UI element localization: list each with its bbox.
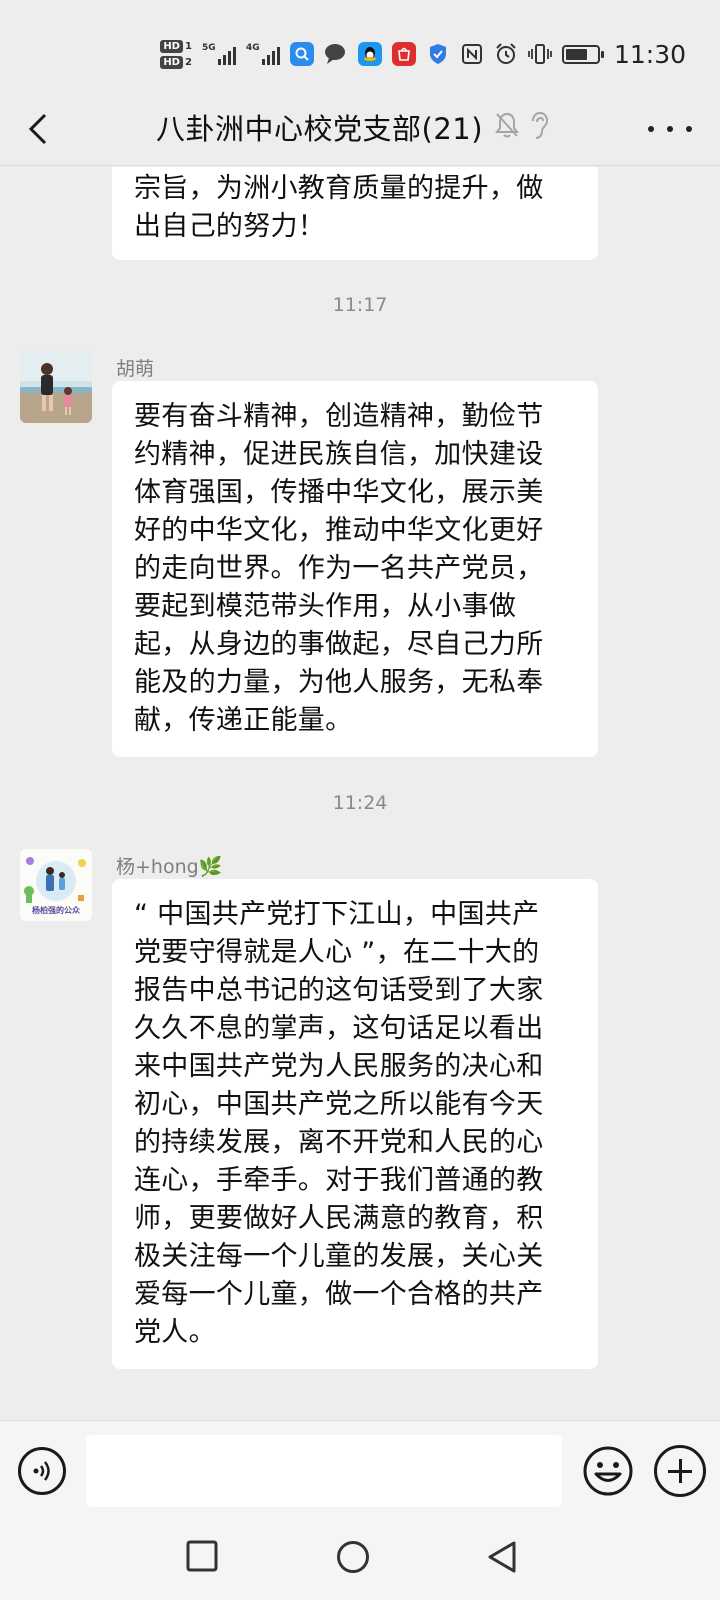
- recent-apps-button[interactable]: [186, 1540, 218, 1576]
- mute-bell-icon: [494, 111, 520, 143]
- system-navigation-bar: [0, 1520, 720, 1600]
- message-bubble[interactable]: 宗旨，为洲小教育质量的提升，做 出自己的努力！: [112, 167, 598, 260]
- message-line: 党人。: [134, 1317, 216, 1348]
- qq-app-icon: [357, 42, 382, 66]
- message-bubble[interactable]: “ 中国共产党打下江山，中国共产 党要守得就是人心 ”，在二十大的 报告中总书记…: [112, 879, 598, 1369]
- triangle-back-icon: [488, 1541, 516, 1573]
- timestamp-separator: 11:17: [332, 294, 388, 316]
- more-functions-button[interactable]: [654, 1445, 706, 1497]
- more-options-button[interactable]: [648, 112, 692, 146]
- message-line: 久久不息的掌声，这句话足以看出: [134, 1013, 544, 1044]
- earpiece-icon: [528, 111, 550, 145]
- message-list[interactable]: 宗旨，为洲小教育质量的提升，做 出自己的努力！ 11:17 胡萌 要有奋斗精神，…: [0, 167, 720, 1420]
- message-input[interactable]: [86, 1435, 562, 1507]
- emoji-button[interactable]: [582, 1445, 634, 1497]
- status-icons: HD 1 HD 2 5G 4G 11:30: [160, 36, 686, 72]
- message-line: 宗旨，为洲小教育质量的提升，做: [134, 173, 544, 204]
- signal-5g-icon: 5G: [202, 43, 236, 65]
- message-line: 的走向世界。作为一名共产党员，: [134, 553, 544, 584]
- circle-icon: [337, 1541, 369, 1573]
- message-bubble[interactable]: 要有奋斗精神，创造精神，勤俭节 约精神，促进民族自信，加快建设 体育强国，传播中…: [112, 381, 598, 757]
- sender-name: 杨+hong🌿: [116, 856, 223, 878]
- message-line: 献，传递正能量。: [134, 705, 353, 736]
- chat-app-icon: [324, 42, 348, 66]
- more-dot-icon: [667, 126, 673, 132]
- more-dot-icon: [686, 126, 692, 132]
- message-line: 极关注每一个儿童的发展，关心关: [134, 1241, 544, 1272]
- input-bar: [0, 1420, 720, 1520]
- message-line: 爱每一个儿童，做一个合格的共产: [134, 1279, 544, 1310]
- leaf-emoji: 🌿: [198, 856, 223, 878]
- message-line: 好的中华文化，推动中华文化更好: [134, 515, 544, 546]
- sender-name: 胡萌: [116, 358, 155, 380]
- message-line: 党要守得就是人心 ”，在二十大的: [134, 937, 540, 968]
- avatar[interactable]: 杨柏强的公众: [20, 849, 92, 921]
- sim1-indicator: HD 1: [160, 39, 192, 53]
- home-button[interactable]: [336, 1540, 370, 1578]
- message-line: 的持续发展，离不开党和人民的心: [134, 1127, 544, 1158]
- nfc-icon: [460, 42, 484, 66]
- battery-icon: [561, 44, 604, 64]
- status-time: 11:30: [613, 39, 686, 69]
- alarm-icon: [494, 42, 518, 66]
- shield-app-icon: [426, 42, 450, 66]
- status-bar: HD 1 HD 2 5G 4G 11:30: [0, 0, 720, 92]
- chat-title: 八卦洲中心校党支部(21): [156, 112, 484, 146]
- voice-wave-icon: [33, 1461, 50, 1481]
- square-icon: [186, 1540, 218, 1572]
- message-line: 师，更要做好人民满意的教育，积: [134, 1203, 544, 1234]
- message-line: “ 中国共产党打下江山，中国共产: [134, 899, 540, 930]
- chat-header: 八卦洲中心校党支部(21): [0, 92, 720, 166]
- sim2-indicator: HD 2: [160, 55, 192, 69]
- back-button[interactable]: [18, 109, 58, 149]
- vibrate-icon: [528, 42, 552, 66]
- message-line: 要起到模范带头作用，从小事做: [134, 591, 517, 622]
- timestamp-separator: 11:24: [332, 792, 388, 814]
- avatar-caption: 杨柏强的公众: [32, 906, 80, 915]
- beach-photo-avatar-icon: [20, 351, 92, 423]
- avatar[interactable]: [20, 351, 92, 423]
- message-line: 约精神，促进民族自信，加快建设: [134, 439, 544, 470]
- message-line: 起，从身边的事做起，尽自己力所: [134, 629, 544, 660]
- message-line: 能及的力量，为他人服务，无私奉: [134, 667, 544, 698]
- message-line: 要有奋斗精神，创造精神，勤俭节: [134, 401, 544, 432]
- message-line: 出自己的努力！: [134, 211, 326, 242]
- search-app-icon: [289, 42, 314, 66]
- system-back-button[interactable]: [486, 1540, 518, 1578]
- more-dot-icon: [648, 126, 654, 132]
- sim-indicators: HD 1 HD 2: [160, 39, 192, 69]
- message-line: 初心，中国共产党之所以能有今天: [134, 1089, 544, 1120]
- message-line: 连心，手牵手。对于我们普通的教: [134, 1165, 544, 1196]
- store-app-icon: [391, 42, 416, 66]
- chevron-left-icon: [28, 113, 47, 145]
- message-line: 报告中总书记的这句话受到了大家: [134, 975, 544, 1006]
- smiley-icon: [583, 1446, 633, 1496]
- signal-4g-icon: 4G: [246, 43, 280, 65]
- voice-input-button[interactable]: [18, 1447, 66, 1495]
- message-line: 体育强国，传播中华文化，展示美: [134, 477, 544, 508]
- message-line: 来中国共产党为人民服务的决心和: [134, 1051, 544, 1082]
